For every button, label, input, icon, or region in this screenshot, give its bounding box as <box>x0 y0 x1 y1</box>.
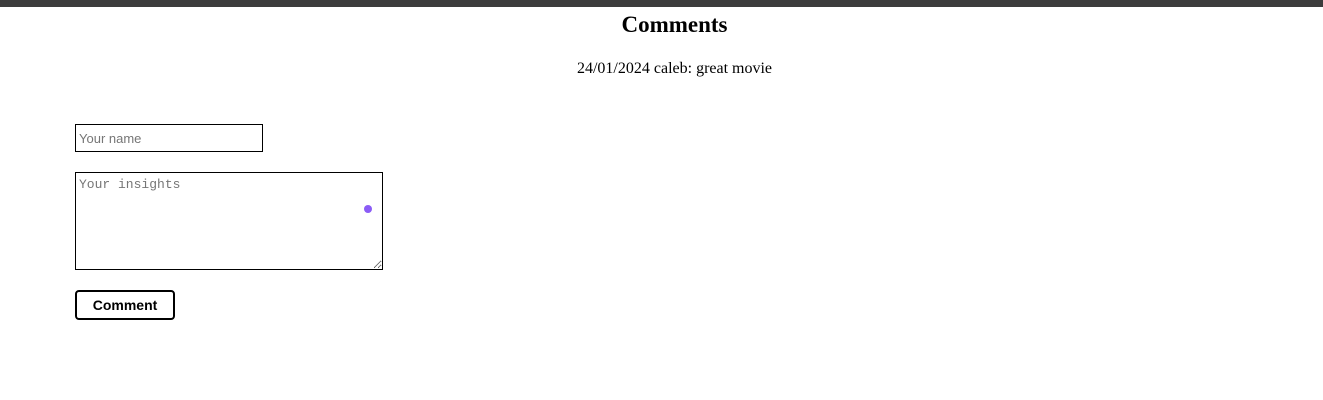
page-title: Comments <box>621 12 728 37</box>
comment-list: 24/01/2024 caleb: great movie <box>0 59 1323 79</box>
comment-submit-button[interactable]: Comment <box>75 290 175 320</box>
comment-author: caleb: <box>653 60 693 77</box>
insights-textarea[interactable] <box>75 172 383 270</box>
comment-text: great movie <box>696 60 773 77</box>
comment-date: 24/01/2024 <box>576 60 650 77</box>
name-input[interactable] <box>75 124 263 152</box>
comment-item: 24/01/2024 caleb: great movie <box>0 59 1323 79</box>
top-bar <box>0 0 1323 7</box>
status-dot-icon <box>364 205 372 213</box>
